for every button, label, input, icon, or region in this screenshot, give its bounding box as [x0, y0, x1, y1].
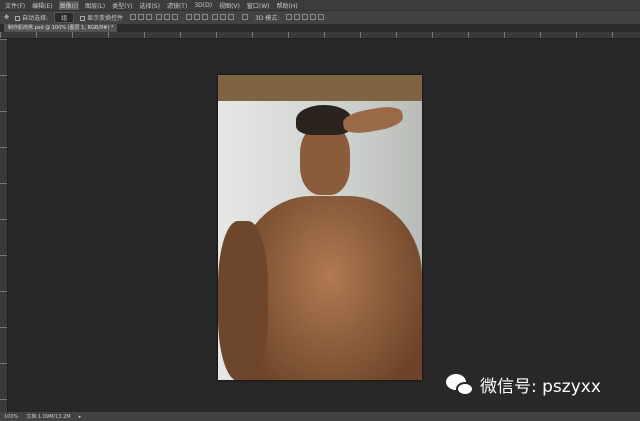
- document-size: 文档:1.09M/13.2M: [26, 414, 71, 420]
- show-transform-label: 显示变换控件: [87, 15, 124, 22]
- zoom-level[interactable]: 100%: [4, 414, 18, 420]
- show-transform-checkbox[interactable]: 显示变换控件: [80, 13, 123, 22]
- distribute-icons[interactable]: [185, 13, 235, 22]
- menu-help[interactable]: 帮助(H): [276, 1, 299, 10]
- status-bar: 100% 文档:1.09M/13.2M ▸: [0, 412, 640, 421]
- 3d-mode-label: 3D 模式:: [254, 15, 280, 22]
- menu-file[interactable]: 文件(F): [4, 1, 26, 10]
- menu-type[interactable]: 类型(Y): [111, 1, 133, 10]
- photo-image: [218, 101, 422, 380]
- watermark-text: 微信号: pszyxx: [480, 377, 601, 397]
- menu-view[interactable]: 视图(V): [218, 1, 241, 10]
- menu-image[interactable]: 图像(I): [58, 0, 80, 10]
- menu-bar: 文件(F) 编辑(E) 图像(I) 图层(L) 类型(Y) 选择(S) 滤镜(T…: [0, 0, 640, 10]
- auto-select-checkbox[interactable]: 自动选择:: [15, 13, 48, 22]
- move-tool-icon[interactable]: ✥: [4, 14, 9, 21]
- menu-select[interactable]: 选择(S): [138, 1, 161, 10]
- brown-band: [218, 75, 422, 101]
- ruler-vertical: [0, 39, 8, 412]
- auto-select-label: 自动选择:: [22, 15, 49, 22]
- document-canvas[interactable]: [218, 75, 422, 380]
- watermark: 微信号: pszyxx: [446, 372, 601, 397]
- wechat-icon: [446, 373, 474, 396]
- auto-select-dropdown[interactable]: 组: [54, 12, 75, 23]
- ruler-horizontal: [0, 32, 640, 39]
- status-arrow-icon[interactable]: ▸: [79, 414, 82, 420]
- menu-3d[interactable]: 3D(D): [193, 2, 213, 9]
- menu-filter[interactable]: 滤镜(T): [166, 1, 188, 10]
- menu-window[interactable]: 窗口(W): [246, 1, 271, 10]
- menu-layer[interactable]: 图层(L): [84, 1, 106, 10]
- menu-edit[interactable]: 编辑(E): [31, 1, 53, 10]
- document-tab-bar: 制作肌肉男.psd @ 100% (图层 1, RGB/8#) *: [0, 24, 640, 32]
- 3d-mode-icons[interactable]: [285, 13, 325, 22]
- auto-align-icon[interactable]: [241, 13, 249, 22]
- document-tab[interactable]: 制作肌肉男.psd @ 100% (图层 1, RGB/8#) *: [4, 24, 118, 32]
- options-bar: ✥ 自动选择: 组 显示变换控件 3D 模式:: [0, 10, 640, 24]
- align-icons[interactable]: [129, 13, 179, 22]
